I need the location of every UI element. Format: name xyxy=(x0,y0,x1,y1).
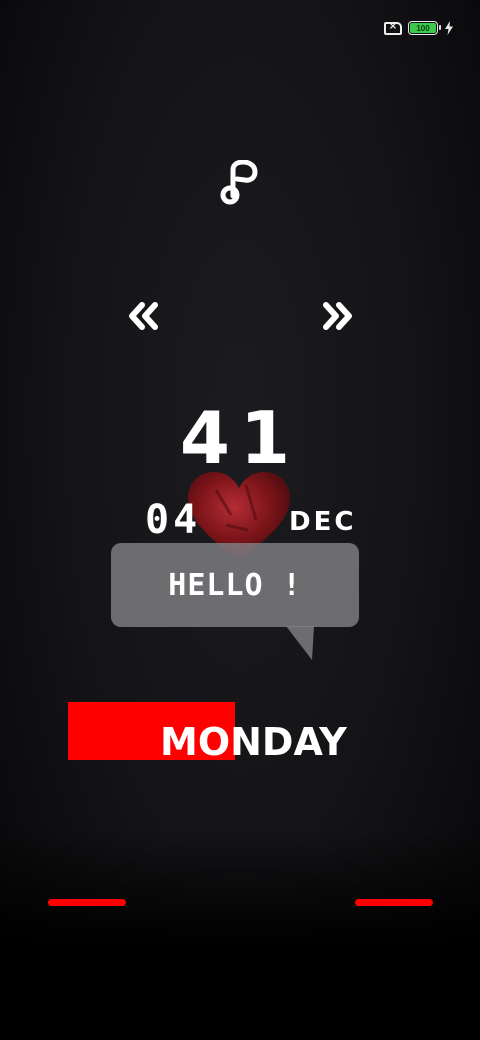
weekday-label: MONDAY xyxy=(160,720,347,764)
battery-level: 100 xyxy=(410,23,436,33)
greeting-bubble: HELLO ! xyxy=(111,543,359,627)
battery-icon: 100 xyxy=(408,21,441,35)
left-shortcut-bar[interactable] xyxy=(48,899,126,906)
clock-number: 41 xyxy=(179,396,301,480)
date-day: 04 xyxy=(145,497,202,543)
bottom-fade xyxy=(0,830,480,1040)
status-bar: × 100 xyxy=(384,18,454,38)
sim-glyph: × xyxy=(388,20,398,32)
music-note-icon[interactable] xyxy=(220,160,262,206)
next-track-button[interactable] xyxy=(320,298,356,334)
lightning-bolt-icon xyxy=(445,21,453,35)
bubble-tail xyxy=(286,626,314,660)
previous-track-button[interactable] xyxy=(125,298,161,334)
right-shortcut-bar[interactable] xyxy=(355,899,433,906)
no-sim-icon: × xyxy=(384,20,402,35)
date-month: DEC xyxy=(289,507,357,537)
greeting-text: HELLO ! xyxy=(168,567,302,603)
